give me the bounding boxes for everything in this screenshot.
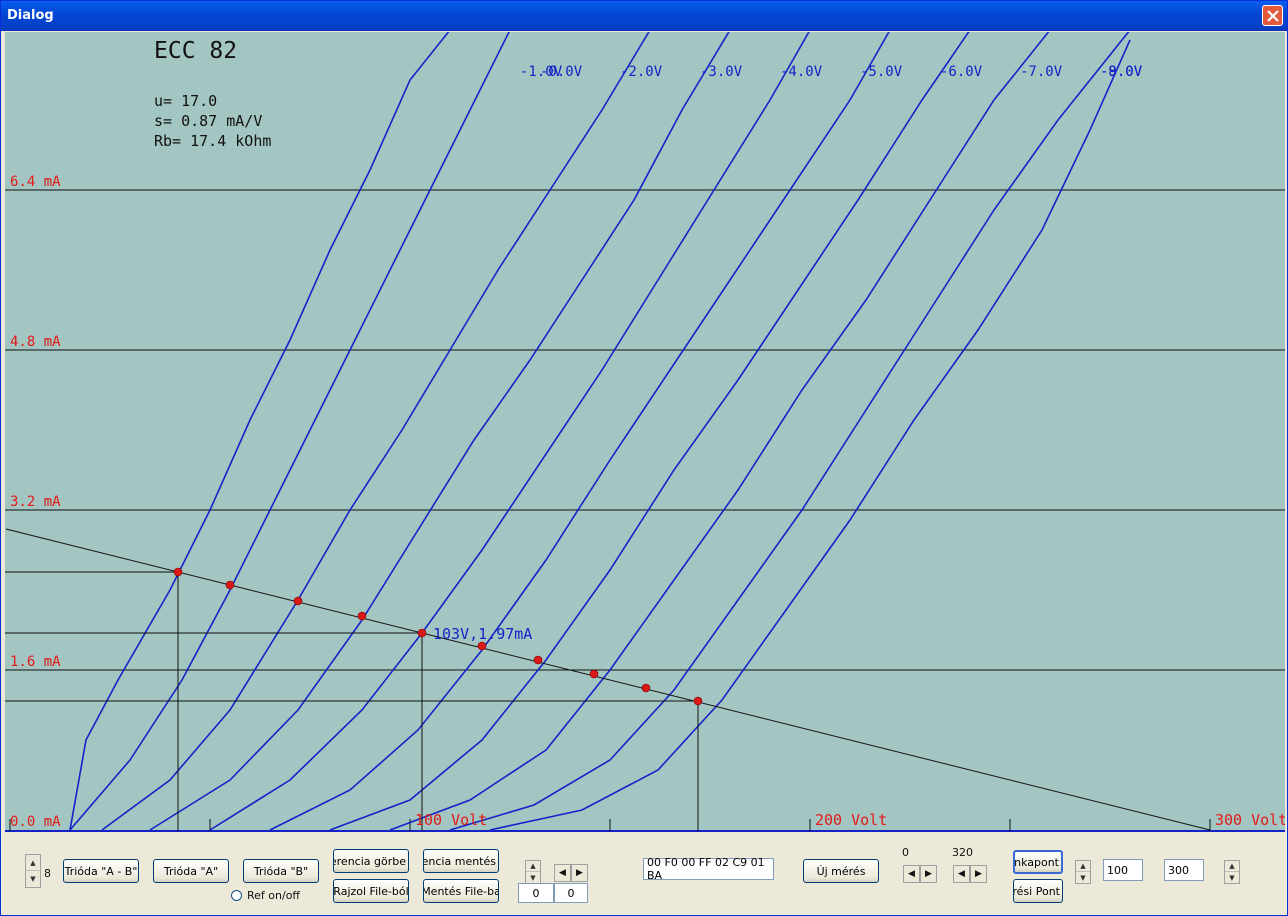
left-value-field-2[interactable]: 0	[554, 883, 588, 903]
curve-label: -5.0V	[860, 64, 903, 80]
range-min-label: 0	[902, 846, 909, 859]
trioda-a-button[interactable]: Trióda "A"	[153, 859, 229, 883]
spin-down-icon[interactable]: ▼	[1076, 872, 1090, 883]
curve--8.0V	[449, 32, 1130, 831]
meresi-pont-button[interactable]: Mérési Pont	[1013, 879, 1063, 903]
curve-label: -1.0V	[520, 64, 563, 80]
mentes-file-button[interactable]: Mentés File-ba	[423, 879, 499, 903]
operating-point	[477, 641, 487, 651]
x-tick-label: 200 Volt	[815, 811, 888, 829]
curve-count-spinner[interactable]: ▲ ▼	[25, 854, 41, 888]
curve-label: -9.0V	[1100, 64, 1143, 80]
y-tick-label: 6.4 mA	[10, 174, 61, 190]
rajzol-file-button[interactable]: Rajzol File-ból	[333, 879, 409, 903]
spin-up-icon[interactable]: ▲	[1225, 861, 1239, 872]
curve-label: -2.0V	[620, 64, 663, 80]
left-vertical-spinner[interactable]: ▲ ▼	[525, 860, 541, 884]
param-u: u= 17.0	[154, 92, 218, 110]
x-tick-label: 100 Volt	[415, 811, 488, 829]
trioda-ab-button[interactable]: Trióda "A - B"	[63, 859, 139, 883]
spin-up-icon[interactable]: ▲	[26, 855, 40, 871]
operating-point	[533, 655, 543, 665]
left-value-field-1[interactable]: 0	[518, 883, 554, 903]
dialog-window: Dialog ECC 82 u= 17.0 s= 0.87 mA/V Rb= 1…	[0, 0, 1288, 916]
spin-up-icon[interactable]: ▲	[1076, 861, 1090, 872]
right-spinner-1[interactable]: ▲ ▼	[1075, 860, 1091, 884]
operating-point	[693, 696, 703, 706]
curve--2.0V	[101, 32, 650, 831]
title-bar[interactable]: Dialog	[1, 1, 1287, 31]
spin-down-icon[interactable]: ▼	[1225, 872, 1239, 883]
min-right-button[interactable]: ▶	[920, 865, 937, 883]
value-field-100[interactable]: 100	[1103, 859, 1143, 881]
munkapont-button[interactable]: Munkapont	[1013, 850, 1063, 874]
y-tick-label: 0.0 mA	[10, 814, 61, 830]
operating-point	[589, 669, 599, 679]
close-button[interactable]	[1262, 5, 1283, 26]
left-arrow-button[interactable]: ◀	[554, 864, 571, 882]
y-tick-label: 1.6 mA	[10, 654, 61, 670]
curve-count-value: 8	[44, 867, 51, 880]
y-tick-label: 3.2 mA	[10, 494, 61, 510]
hex-data-field[interactable]: 00 F0 00 FF 02 C9 01 BA	[643, 856, 774, 882]
operating-point	[357, 611, 367, 621]
curve--3.0V	[149, 32, 730, 831]
param-s: s= 0.87 mA/V	[154, 112, 263, 130]
left-arrow-icon: ◀	[908, 869, 915, 879]
trioda-b-button[interactable]: Trióda "B"	[243, 859, 319, 883]
curve--7.0V	[389, 32, 1050, 831]
operating-point	[293, 596, 303, 606]
uj-meres-button[interactable]: Új mérés	[803, 859, 879, 883]
operating-point	[173, 567, 183, 577]
close-icon	[1267, 10, 1279, 22]
operating-point-label: 103V,1.97mA	[433, 625, 533, 643]
max-left-button[interactable]: ◀	[953, 865, 970, 883]
referencia-gorbe-button[interactable]: Referencia görbe	[333, 849, 409, 873]
y-tick-label: 4.8 mA	[10, 334, 61, 350]
curve--9.0V	[489, 39, 1131, 831]
tube-characteristics-chart	[5, 32, 1285, 832]
value-field-300[interactable]: 300	[1164, 859, 1204, 881]
operating-point	[417, 628, 427, 638]
right-arrow-button[interactable]: ▶	[571, 864, 588, 882]
curve--6.0V	[329, 32, 970, 831]
curve--0.0V	[69, 32, 450, 831]
referencia-mentes-button[interactable]: Referencia mentés	[423, 849, 499, 873]
right-arrow-icon: ▶	[576, 868, 583, 878]
curve-label: -6.0V	[940, 64, 983, 80]
curve-label: -4.0V	[780, 64, 823, 80]
ref-radio[interactable]	[231, 890, 242, 901]
min-left-button[interactable]: ◀	[903, 865, 920, 883]
left-arrow-icon: ◀	[559, 868, 566, 878]
control-panel: ▲ ▼ 8 Trióda "A - B" Trióda "A" Trióda "…	[5, 832, 1285, 914]
param-rb: Rb= 17.4 kOhm	[154, 132, 272, 150]
curve-label: -7.0V	[1020, 64, 1063, 80]
right-arrow-icon: ▶	[975, 869, 982, 879]
range-max-label: 320	[952, 846, 973, 859]
plot-area: ECC 82 u= 17.0 s= 0.87 mA/V Rb= 17.4 kOh…	[5, 32, 1285, 832]
spin-up-icon[interactable]: ▲	[526, 861, 540, 872]
operating-point	[225, 580, 235, 590]
curve--4.0V	[209, 32, 810, 831]
spin-down-icon[interactable]: ▼	[26, 871, 40, 887]
curve--5.0V	[269, 32, 890, 831]
max-right-button[interactable]: ▶	[970, 865, 987, 883]
x-tick-label: 300 Volt	[1215, 811, 1285, 829]
left-arrow-icon: ◀	[958, 869, 965, 879]
right-arrow-icon: ▶	[925, 869, 932, 879]
ref-radio-label: Ref on/off	[247, 889, 301, 902]
curve--1.0V	[69, 32, 510, 831]
curve-label: -3.0V	[700, 64, 743, 80]
tube-type-label: ECC 82	[154, 38, 238, 64]
spin-down-icon[interactable]: ▼	[526, 872, 540, 883]
operating-point	[641, 683, 651, 693]
right-spinner-2[interactable]: ▲ ▼	[1224, 860, 1240, 884]
window-title: Dialog	[7, 8, 54, 23]
